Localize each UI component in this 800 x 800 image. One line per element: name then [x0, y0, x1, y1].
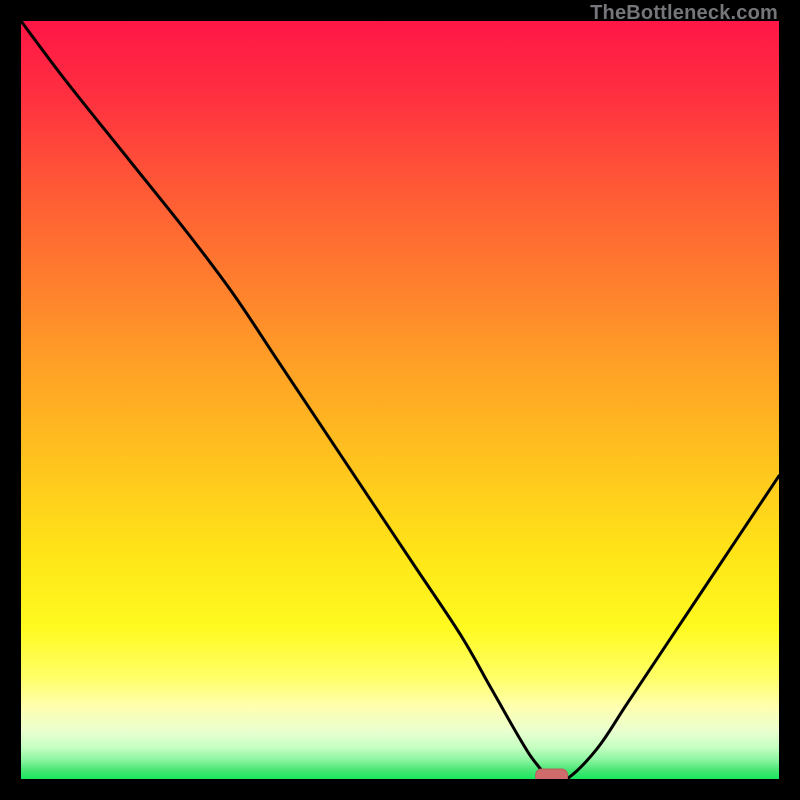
- gradient-background: [21, 21, 779, 779]
- bottleneck-chart: [21, 21, 779, 779]
- optimum-marker: [536, 769, 568, 779]
- watermark-text: TheBottleneck.com: [590, 2, 778, 25]
- outer-frame: TheBottleneck.com: [0, 0, 800, 800]
